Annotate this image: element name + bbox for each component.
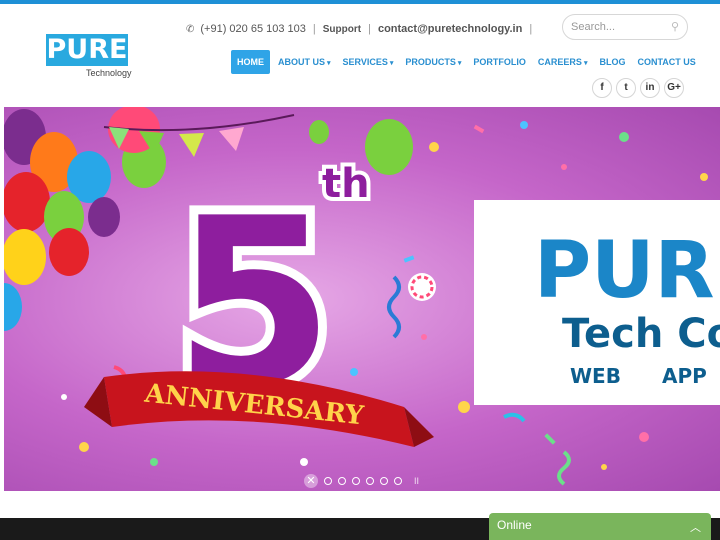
separator: |: [312, 23, 316, 35]
pager-dot[interactable]: [366, 477, 374, 485]
chat-status-label: Online: [497, 518, 532, 532]
email-link[interactable]: contact@puretechnology.in: [378, 23, 522, 35]
pager-dot[interactable]: [324, 477, 332, 485]
card-title: PURE: [534, 226, 720, 316]
pager-dot[interactable]: [352, 477, 360, 485]
linkedin-icon[interactable]: in: [640, 78, 660, 98]
google-plus-icon[interactable]: G+: [664, 78, 684, 98]
chevron-down-icon: ▾: [457, 60, 462, 67]
nav-about-us[interactable]: ABOUT US ▾: [272, 50, 337, 74]
search-icon[interactable]: ⚲: [671, 20, 679, 33]
twitter-icon[interactable]: t: [616, 78, 636, 98]
card-word-app: APP: [662, 364, 707, 388]
live-chat-widget[interactable]: Online ︿: [489, 513, 711, 540]
contact-line: ✆ (+91) 020 65 103 103 | Support | conta…: [186, 23, 539, 35]
phone-number[interactable]: (+91) 020 65 103 103: [200, 23, 306, 35]
hero-slider[interactable]: 5 5 th th ANNIVERSARY PURE Tech Co WEB A…: [4, 107, 720, 491]
card-subtitle: Tech Co: [562, 311, 720, 357]
nav-contact-us[interactable]: CONTACT US: [631, 50, 701, 74]
brand-card: PURE Tech Co WEB APP: [474, 200, 720, 405]
pager-dot[interactable]: [380, 477, 388, 485]
facebook-icon[interactable]: f: [592, 78, 612, 98]
logo[interactable]: PURE Technology: [46, 34, 132, 82]
pause-icon[interactable]: II: [414, 476, 419, 486]
logo-wordmark: PURE: [46, 34, 128, 66]
pager-dot[interactable]: [394, 477, 402, 485]
main-nav: HOME ABOUT US ▾ SERVICES ▾ PRODUCTS ▾ PORTF…: [231, 50, 702, 74]
nav-services[interactable]: SERVICES ▾: [337, 50, 400, 74]
pager-dot[interactable]: [338, 477, 346, 485]
site-header: PURE Technology ✆ (+91) 020 65 103 103 |…: [0, 4, 720, 107]
card-word-web: WEB: [570, 364, 621, 388]
nav-home[interactable]: HOME: [231, 50, 270, 74]
nav-products[interactable]: PRODUCTS ▾: [399, 50, 467, 74]
social-links: f t in G+: [592, 78, 684, 98]
separator: |: [529, 23, 533, 35]
suffix-th: th: [322, 161, 370, 207]
separator: |: [368, 23, 371, 35]
search-box: ⚲: [562, 14, 688, 40]
chevron-up-icon[interactable]: ︿: [690, 519, 701, 535]
chevron-down-icon: ▾: [327, 60, 331, 67]
search-input[interactable]: [571, 19, 667, 35]
phone-icon: ✆: [186, 23, 195, 35]
nav-portfolio[interactable]: PORTFOLIO: [467, 50, 532, 74]
hero-slide-graphic: 5 5 th th ANNIVERSARY PURE Tech Co WEB A…: [4, 107, 720, 486]
nav-blog[interactable]: BLOG: [593, 50, 631, 74]
chevron-down-icon: ▾: [583, 60, 588, 67]
chevron-down-icon: ▾: [389, 60, 394, 67]
slider-pager: ✕ II: [304, 474, 419, 488]
close-icon[interactable]: ✕: [304, 474, 318, 488]
support-link[interactable]: Support: [323, 24, 361, 35]
logo-subtext: Technology: [86, 68, 132, 78]
nav-careers[interactable]: CAREERS ▾: [532, 50, 594, 74]
